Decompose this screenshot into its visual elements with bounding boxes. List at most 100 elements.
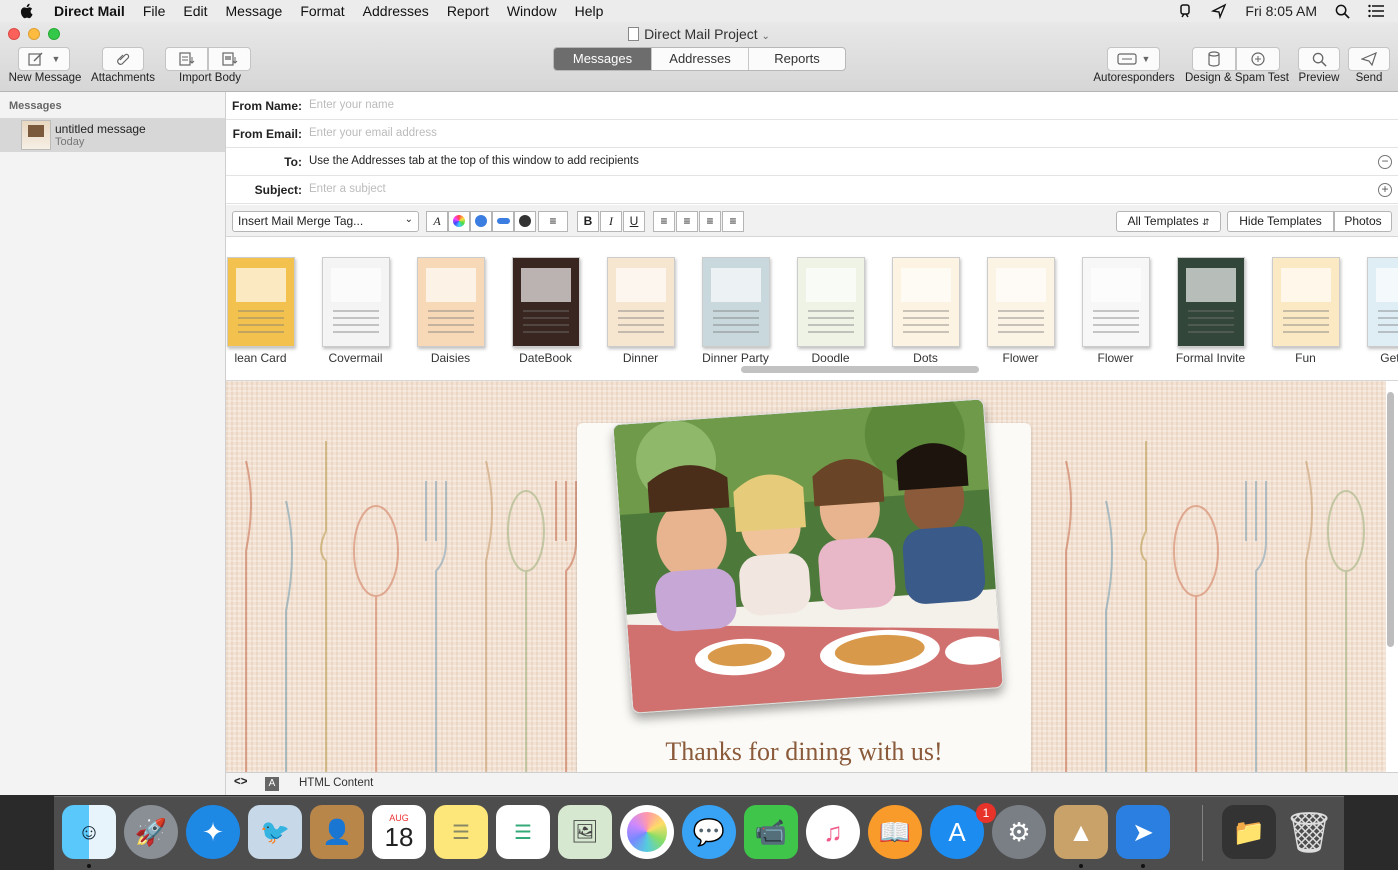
link-button[interactable] xyxy=(470,211,492,232)
align-left-button[interactable]: ≡ xyxy=(653,211,675,232)
spotlight-search-icon[interactable] xyxy=(1335,4,1350,19)
window-title[interactable]: Direct Mail Project ⌄ xyxy=(0,26,1398,42)
itunes-icon[interactable]: ♫ xyxy=(806,805,860,859)
template-thumbnail-line xyxy=(808,310,854,312)
tab-reports[interactable]: Reports xyxy=(749,48,845,70)
subject-row: Subject: Enter a subject + xyxy=(226,176,1398,204)
template-item[interactable]: lean Card xyxy=(226,257,308,377)
calendar-icon[interactable]: AUG 18 xyxy=(372,805,426,859)
template-gallery-scrollbar[interactable] xyxy=(741,366,979,373)
preview-scrollbar[interactable] xyxy=(1387,392,1394,647)
template-item[interactable]: Doodle xyxy=(783,257,878,377)
tab-addresses[interactable]: Addresses xyxy=(652,48,749,70)
align-right-icon: ≡ xyxy=(706,214,714,228)
bold-button[interactable]: B xyxy=(577,211,599,232)
downloads-stack-icon[interactable]: 📁 xyxy=(1222,805,1276,859)
to-field[interactable]: Use the Addresses tab at the top of this… xyxy=(309,155,639,167)
template-item[interactable]: Dinner Party xyxy=(688,257,783,377)
template-item[interactable]: Flower xyxy=(1068,257,1163,377)
align-right-button[interactable]: ≡ xyxy=(699,211,721,232)
template-item[interactable]: Dots xyxy=(878,257,973,377)
italic-button[interactable]: I xyxy=(600,211,622,232)
direct-mail-icon[interactable]: ➤ xyxy=(1116,805,1170,859)
justify-button[interactable]: ≡ xyxy=(722,211,744,232)
font-button[interactable]: A xyxy=(426,211,448,232)
train-status-icon[interactable] xyxy=(1177,3,1193,19)
apple-menu-icon[interactable] xyxy=(18,2,36,20)
subject-field[interactable]: Enter a subject xyxy=(309,183,386,195)
ibooks-icon[interactable]: 📖 xyxy=(868,805,922,859)
contacts-icon[interactable]: 👤 xyxy=(310,805,364,859)
instruments-running-dot xyxy=(1079,864,1083,868)
menu-file[interactable]: File xyxy=(143,3,166,19)
menu-message[interactable]: Message xyxy=(226,3,283,19)
menu-report[interactable]: Report xyxy=(447,3,489,19)
template-item[interactable]: Dinner xyxy=(593,257,688,377)
template-item[interactable]: Daisies xyxy=(403,257,498,377)
facetime-icon[interactable]: 📹 xyxy=(744,805,798,859)
button-insert-button[interactable] xyxy=(492,211,514,232)
finder-icon[interactable]: ☺ xyxy=(62,805,116,859)
content-mode-label[interactable]: HTML Content xyxy=(299,777,373,789)
preview-button[interactable] xyxy=(1298,47,1340,71)
autoresponders-button[interactable]: ▼ xyxy=(1107,47,1160,71)
notes-icon[interactable]: ☰ xyxy=(434,805,488,859)
menu-help[interactable]: Help xyxy=(575,3,604,19)
instruments-icon[interactable]: ▲ xyxy=(1054,805,1108,859)
menubar-clock[interactable]: Fri 8:05 AM xyxy=(1245,3,1317,19)
import-body-alt-button[interactable] xyxy=(208,47,251,71)
email-preview-canvas[interactable]: Thanks for dining with us! xyxy=(226,381,1386,772)
underline-button[interactable]: U xyxy=(623,211,645,232)
list-button[interactable]: ≡ xyxy=(538,211,568,232)
import-body-button[interactable] xyxy=(165,47,208,71)
photos-app-icon[interactable] xyxy=(620,805,674,859)
template-thumbnail-line xyxy=(333,324,379,326)
trash-icon[interactable]: 🗑 xyxy=(1282,805,1336,859)
send-button[interactable] xyxy=(1348,47,1390,71)
template-thumbnail-line xyxy=(238,310,284,312)
hide-templates-button[interactable]: Hide Templates xyxy=(1227,211,1334,232)
attachments-button[interactable] xyxy=(102,47,144,71)
headline-text[interactable]: Thanks for dining with us! xyxy=(577,737,1031,767)
from-name-field[interactable]: Enter your name xyxy=(309,99,394,111)
template-item[interactable]: Get We xyxy=(1353,257,1398,377)
reminders-icon[interactable]: ☰ xyxy=(496,805,550,859)
system-preferences-icon[interactable]: ⚙ xyxy=(992,805,1046,859)
photos-button[interactable]: Photos xyxy=(1334,211,1392,232)
notification-center-icon[interactable] xyxy=(1368,4,1384,18)
template-item[interactable]: DateBook xyxy=(498,257,593,377)
template-thumbnail-line xyxy=(333,317,379,319)
mail-merge-select[interactable]: Insert Mail Merge Tag... ⌄ xyxy=(232,211,419,232)
template-thumbnail-content xyxy=(1186,268,1236,302)
from-email-field[interactable]: Enter your email address xyxy=(309,127,437,139)
menu-edit[interactable]: Edit xyxy=(183,3,207,19)
template-item[interactable]: Flower xyxy=(973,257,1068,377)
tab-messages[interactable]: Messages xyxy=(554,48,652,70)
code-view-icon[interactable]: <> xyxy=(234,776,247,788)
dinner-photo[interactable] xyxy=(612,398,1004,714)
launchpad-icon[interactable]: 🚀 xyxy=(124,805,178,859)
design-test-button[interactable] xyxy=(1192,47,1236,71)
align-center-button[interactable]: ≡ xyxy=(676,211,698,232)
menu-addresses[interactable]: Addresses xyxy=(363,3,429,19)
safari-icon[interactable]: ✦ xyxy=(186,805,240,859)
new-message-button[interactable]: ▼ xyxy=(18,47,70,71)
template-item[interactable]: Fun xyxy=(1258,257,1353,377)
color-picker-button[interactable] xyxy=(448,211,470,232)
text-mode-icon[interactable]: A xyxy=(265,777,279,791)
menu-app-name[interactable]: Direct Mail xyxy=(54,3,125,19)
remove-recipient-icon[interactable]: − xyxy=(1378,155,1392,169)
menu-format[interactable]: Format xyxy=(300,3,344,19)
spam-test-button[interactable] xyxy=(1236,47,1280,71)
sidebar-item-message[interactable]: untitled message Today xyxy=(0,118,225,152)
location-status-icon[interactable] xyxy=(1211,3,1227,19)
menu-window[interactable]: Window xyxy=(507,3,557,19)
all-templates-select[interactable]: All Templates ⇵ xyxy=(1116,211,1221,232)
add-field-icon[interactable]: + xyxy=(1378,183,1392,197)
preview-app-icon[interactable]: 🖼 xyxy=(558,805,612,859)
video-button[interactable] xyxy=(514,211,536,232)
template-item[interactable]: Covermail xyxy=(308,257,403,377)
template-item[interactable]: Formal Invite xyxy=(1163,257,1258,377)
mail-stamp-icon[interactable]: 🐦 xyxy=(248,805,302,859)
messages-app-icon[interactable]: 💬 xyxy=(682,805,736,859)
